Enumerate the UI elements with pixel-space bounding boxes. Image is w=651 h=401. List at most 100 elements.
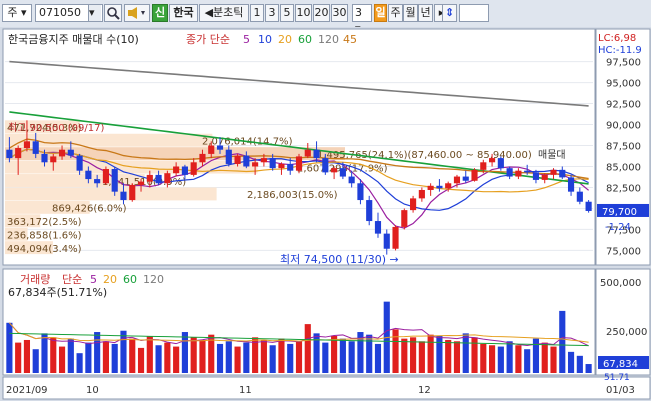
volume-bar bbox=[410, 337, 417, 373]
chart-title: 한국금융지주 매물대 수(10) bbox=[8, 33, 139, 46]
interval-10[interactable]: 10 bbox=[295, 4, 312, 22]
price-axis-label: 87,500 bbox=[606, 142, 641, 153]
volume-bar bbox=[550, 346, 557, 373]
candle-body bbox=[155, 174, 162, 184]
candle-body bbox=[181, 166, 188, 175]
volume-bar bbox=[331, 336, 338, 373]
period-month-button[interactable]: 월 bbox=[403, 4, 418, 22]
volume-bar bbox=[260, 339, 267, 373]
volume-bar bbox=[58, 346, 66, 373]
price-axis-label: 90,000 bbox=[606, 121, 641, 132]
current-volume: 67,834 bbox=[603, 359, 638, 370]
volume-bar bbox=[497, 346, 504, 373]
candle-body bbox=[480, 162, 487, 170]
current-price: 79,700 bbox=[602, 207, 637, 218]
interval-5[interactable]: 5 bbox=[280, 4, 294, 22]
candle-body bbox=[278, 163, 285, 169]
ma-10[interactable]: 10 bbox=[258, 33, 272, 46]
candle-body bbox=[295, 156, 303, 171]
candle-body bbox=[208, 145, 215, 154]
stock-code-value: 071050 bbox=[39, 6, 81, 19]
volume-bar bbox=[216, 343, 224, 373]
interval-tick-button[interactable]: ◀분초틱 bbox=[199, 4, 249, 22]
candle-body bbox=[111, 169, 118, 192]
volume-profile-label: 363,172(2.5%) bbox=[7, 217, 82, 228]
candle-body bbox=[190, 162, 197, 175]
candle-body bbox=[567, 177, 575, 192]
candle-body bbox=[216, 145, 224, 150]
vol-ma-5[interactable]: 5 bbox=[90, 273, 97, 286]
ma-45[interactable]: 45 bbox=[343, 33, 357, 46]
ma-5[interactable]: 5 bbox=[243, 33, 250, 46]
count-select[interactable]: 3 ▾ bbox=[352, 4, 372, 35]
stock-code-input[interactable]: 071050 ▾ bbox=[35, 4, 103, 22]
candle-body bbox=[234, 155, 241, 164]
volume-bar bbox=[559, 310, 566, 373]
candle-body bbox=[102, 169, 109, 184]
volume-bar bbox=[120, 330, 127, 373]
low-label: 최저 74,500 (11/30) → bbox=[280, 253, 399, 266]
candle-body bbox=[550, 169, 557, 175]
search-icon[interactable] bbox=[104, 4, 122, 22]
market-select[interactable]: 주 ▾ bbox=[2, 4, 32, 22]
period-year-button[interactable]: 년 bbox=[418, 4, 433, 22]
candle-body bbox=[129, 184, 136, 201]
candle-body bbox=[585, 201, 592, 211]
vol-ma-60[interactable]: 60 bbox=[123, 273, 137, 286]
candle-body bbox=[331, 168, 338, 173]
volume-bar bbox=[374, 343, 382, 373]
stock-chart[interactable]: 97,500 95,000 92,500 90,000 87,500 85,000 82,5… bbox=[0, 27, 651, 401]
vol-ma-20[interactable]: 20 bbox=[103, 273, 117, 286]
candle-body bbox=[146, 174, 153, 182]
candle-body bbox=[445, 183, 452, 189]
volume-bar bbox=[436, 336, 443, 373]
date-input[interactable] bbox=[459, 4, 489, 22]
period-day-button[interactable]: 일 bbox=[374, 4, 387, 22]
volume-bar bbox=[418, 341, 425, 373]
candle-body bbox=[32, 141, 39, 154]
candle-body bbox=[427, 185, 434, 190]
candle-body bbox=[383, 233, 390, 249]
vol-axis-250k: 250,000 bbox=[606, 327, 647, 338]
date-10: 10 bbox=[86, 385, 99, 396]
volume-bar bbox=[155, 345, 162, 373]
candle-body bbox=[287, 163, 294, 171]
credit-badge: 신 bbox=[152, 4, 168, 22]
speaker-icon[interactable] bbox=[124, 4, 150, 22]
candle-body bbox=[23, 141, 31, 149]
period-week-button[interactable]: 주 bbox=[388, 4, 403, 22]
candle-body bbox=[576, 191, 583, 202]
candle-body bbox=[410, 198, 417, 211]
candle-body bbox=[515, 170, 522, 177]
date-axis bbox=[2, 376, 651, 400]
interval-3[interactable]: 3 bbox=[265, 4, 279, 22]
interval-20[interactable]: 20 bbox=[313, 4, 330, 22]
volume-bar bbox=[137, 347, 145, 373]
vol-ma-120[interactable]: 120 bbox=[143, 273, 164, 286]
candle-body bbox=[392, 226, 399, 249]
candle-body bbox=[58, 149, 66, 157]
volume-bar bbox=[322, 342, 329, 373]
vol-axis-500k: 500,000 bbox=[600, 278, 641, 289]
updown-arrow-icon[interactable]: ⇕ bbox=[442, 4, 457, 22]
volume-bar bbox=[243, 342, 250, 373]
volume-bar bbox=[269, 345, 276, 373]
candle-body bbox=[489, 158, 496, 163]
volume-profile-band bbox=[5, 187, 217, 201]
ma-60[interactable]: 60 bbox=[298, 33, 312, 46]
interval-1[interactable]: 1 bbox=[250, 4, 264, 22]
ma-120[interactable]: 120 bbox=[318, 33, 339, 46]
interval-30[interactable]: 30 bbox=[331, 4, 348, 22]
lc-value: LC:6,98 bbox=[598, 33, 636, 44]
price-axis-label: 95,000 bbox=[606, 79, 641, 90]
volume-bar bbox=[401, 338, 408, 373]
candle-body bbox=[120, 191, 127, 201]
volume-bar bbox=[146, 336, 153, 373]
chevron-down-icon[interactable]: ▾ bbox=[88, 5, 101, 21]
ma-label: 종가 단순 bbox=[186, 33, 230, 46]
ma-20[interactable]: 20 bbox=[278, 33, 292, 46]
volume-bar bbox=[41, 333, 48, 373]
volume-bar bbox=[515, 345, 522, 373]
price-axis-label: 92,500 bbox=[606, 100, 641, 111]
volume-bar bbox=[506, 341, 513, 373]
